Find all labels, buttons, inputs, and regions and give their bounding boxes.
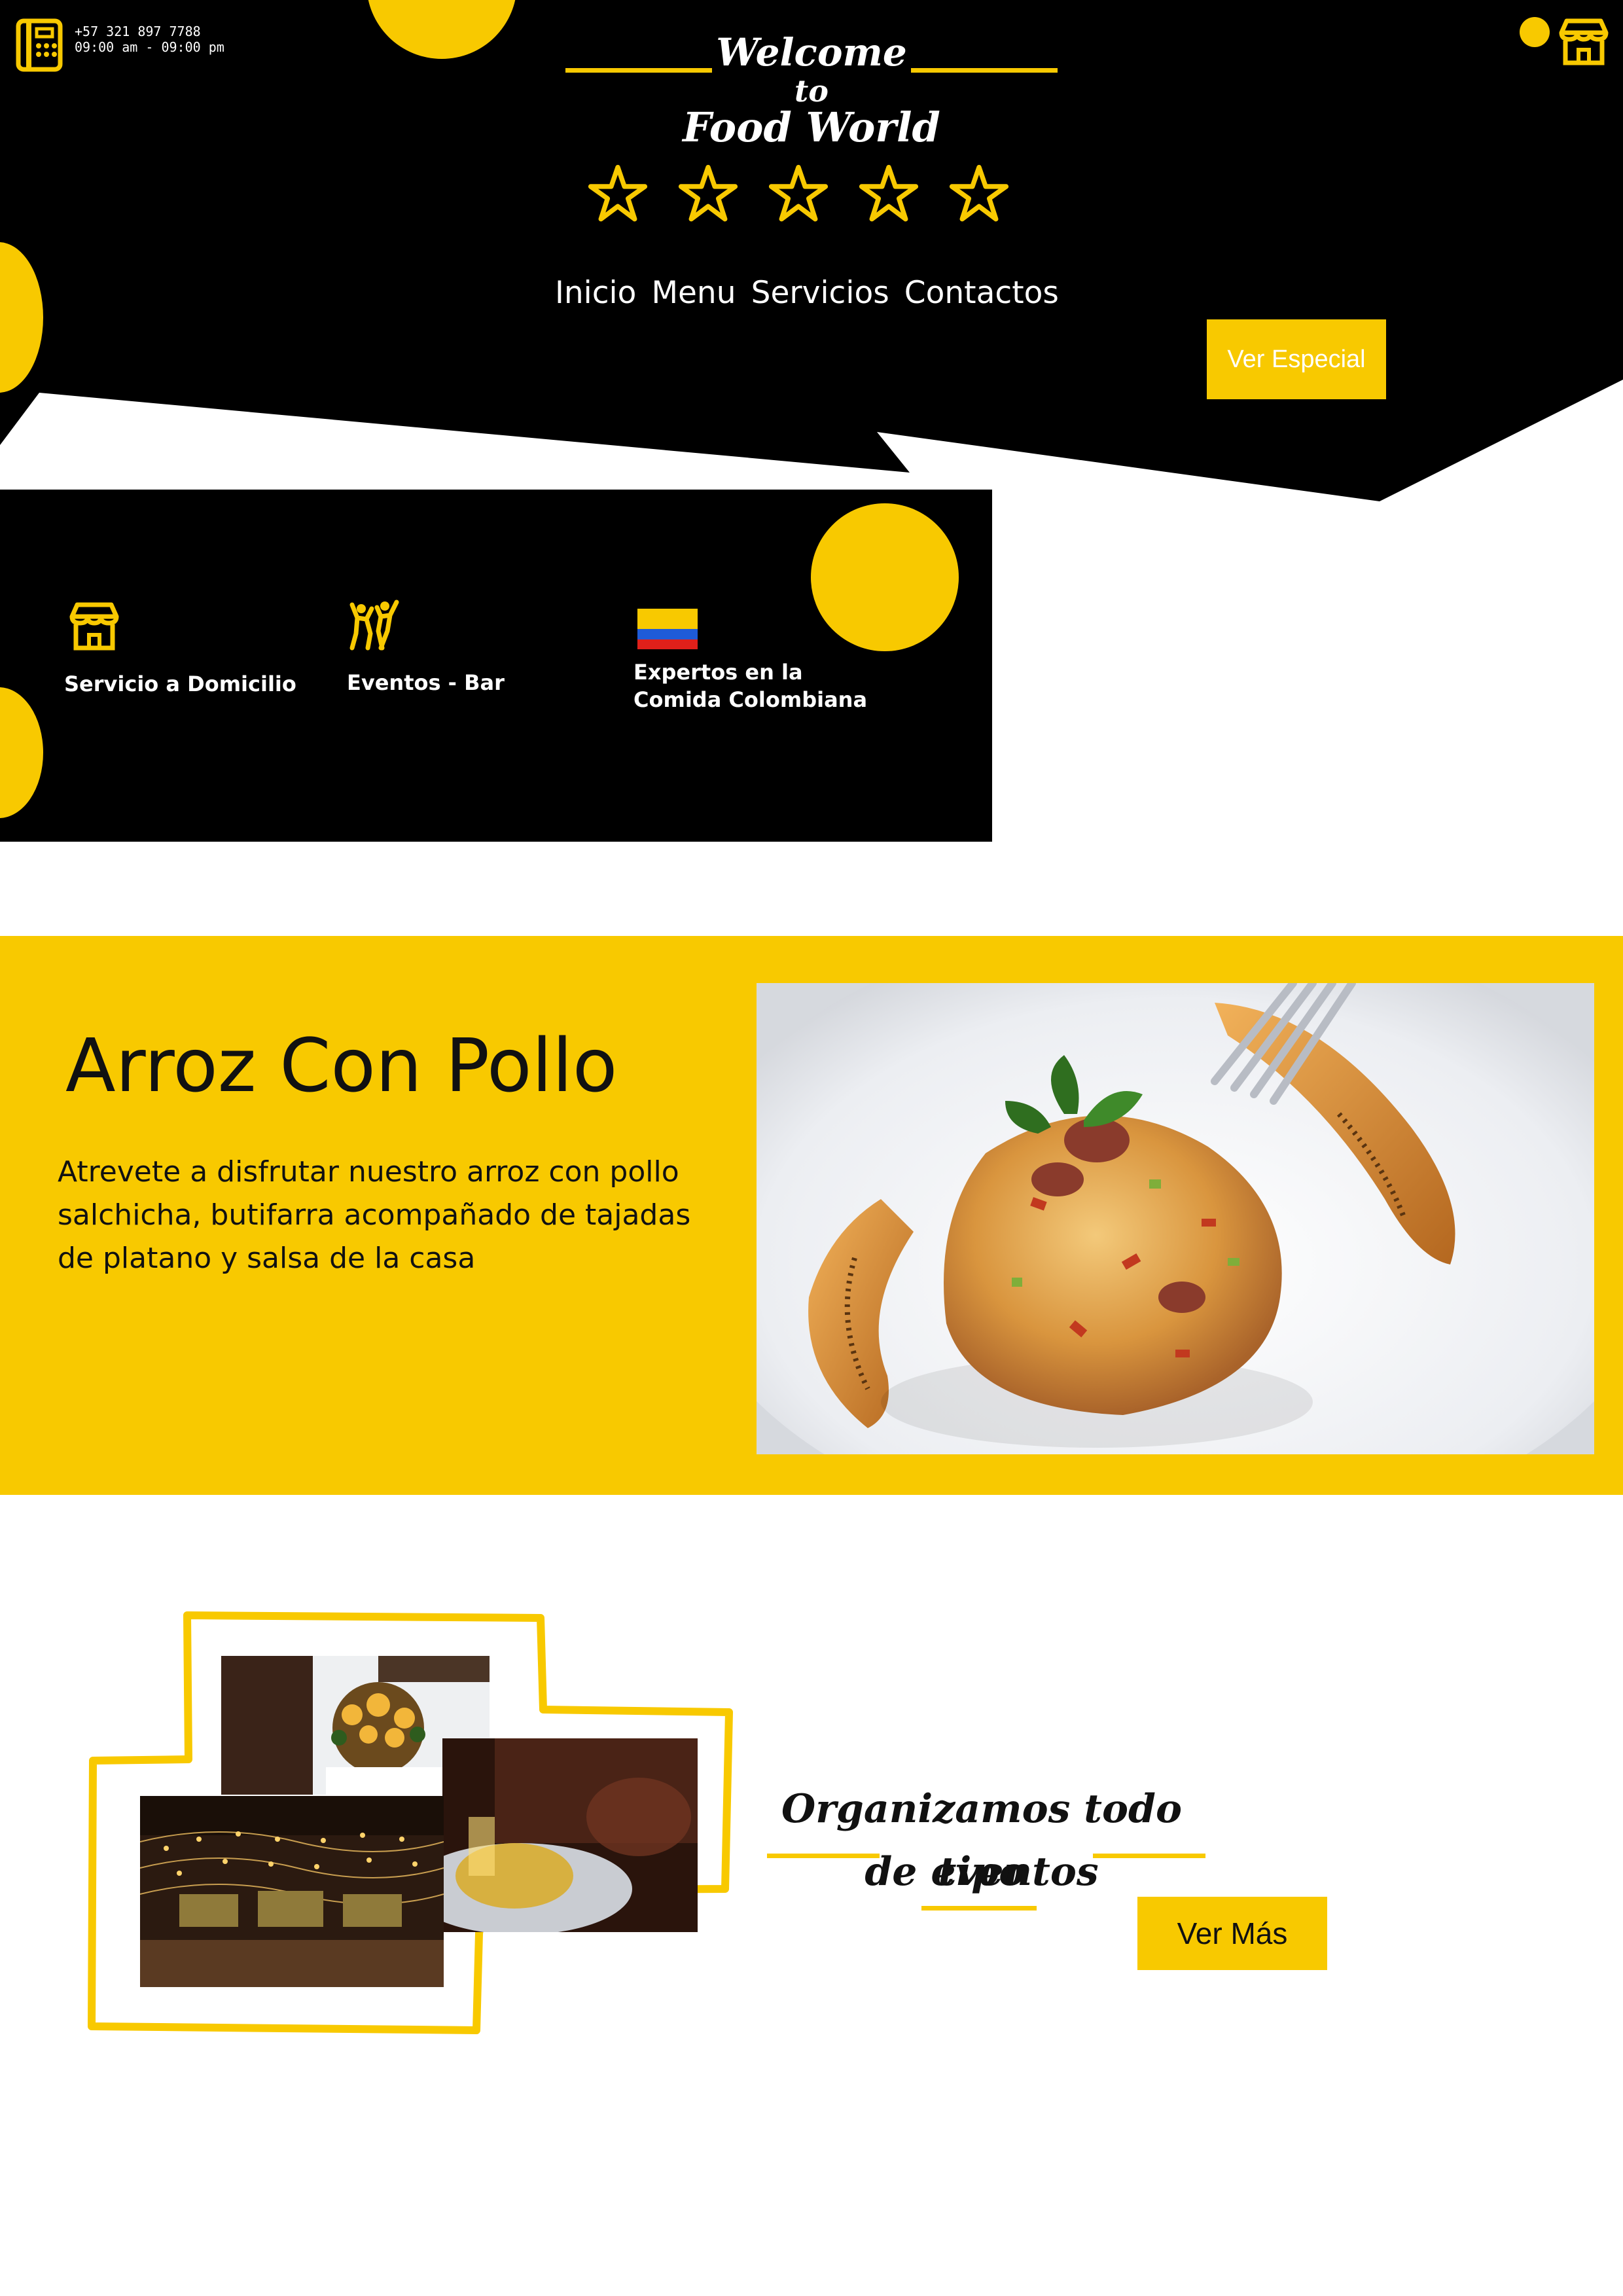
- store-icon: [69, 602, 119, 651]
- decor-dot-topright: [1520, 17, 1550, 47]
- events-line-bottom: [921, 1906, 1037, 1910]
- nav-servicios[interactable]: Servicios: [751, 275, 889, 311]
- phone-icon: [16, 18, 63, 72]
- feature-label-eventos: Eventos - Bar: [347, 670, 505, 695]
- dancing-people-icon: [349, 600, 399, 651]
- opening-hours: 09:00 am - 09:00 pm: [75, 39, 224, 55]
- ver-especial-button[interactable]: Ver Especial: [1207, 319, 1386, 399]
- star-icon: [768, 164, 829, 222]
- nav-menu[interactable]: Menu: [651, 275, 736, 311]
- star-icon: [678, 164, 738, 222]
- nav-contactos[interactable]: Contactos: [904, 275, 1059, 311]
- dish-description: Atrevete a disfrutar nuestro arroz con p…: [58, 1155, 691, 1275]
- decor-circle-features: [808, 500, 962, 655]
- events-title-line2: de eventos: [865, 1849, 1099, 1895]
- ver-mas-button[interactable]: Ver Más: [1137, 1897, 1327, 1970]
- dish-photo: [757, 983, 1594, 1454]
- events-line-left: [767, 1854, 880, 1858]
- main-nav: Inicio Menu Servicios Contactos: [555, 275, 1071, 311]
- welcome-title-line1: Welcome: [716, 30, 907, 75]
- feature-label-expertos: Expertos en la Comida Colombiana: [633, 660, 868, 712]
- dish-title: Arroz Con Pollo: [65, 1024, 618, 1109]
- nav-inicio[interactable]: Inicio: [555, 275, 636, 311]
- colombia-flag-icon: [637, 609, 698, 649]
- phone-number: +57 321 897 7788: [75, 24, 201, 39]
- star-icon: [949, 164, 1009, 222]
- feature-label-domicilio: Servicio a Domicilio: [64, 672, 296, 696]
- star-icon: [859, 164, 919, 222]
- rating-stars: [588, 164, 1020, 225]
- store-icon[interactable]: [1556, 17, 1611, 67]
- events-line-right: [1093, 1854, 1205, 1858]
- event-photo-lights: [140, 1796, 444, 1987]
- event-photo-dish: [442, 1738, 698, 1932]
- welcome-title-line3: Food World: [683, 103, 940, 151]
- star-icon: [588, 164, 648, 222]
